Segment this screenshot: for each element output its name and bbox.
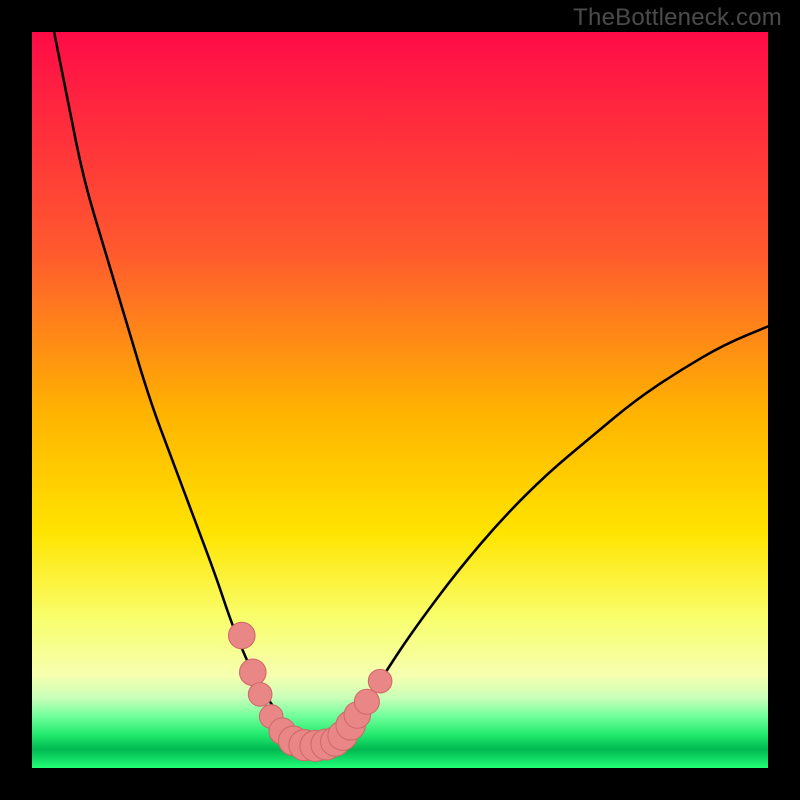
curve-marker xyxy=(368,669,392,693)
curve-marker xyxy=(248,683,272,707)
outer-frame: TheBottleneck.com xyxy=(0,0,800,800)
curve-marker xyxy=(229,622,255,648)
bottleneck-chart xyxy=(32,32,768,768)
curve-marker xyxy=(354,689,379,714)
gradient-backdrop xyxy=(32,32,768,768)
watermark-text: TheBottleneck.com xyxy=(573,4,782,32)
curve-marker xyxy=(240,659,266,685)
